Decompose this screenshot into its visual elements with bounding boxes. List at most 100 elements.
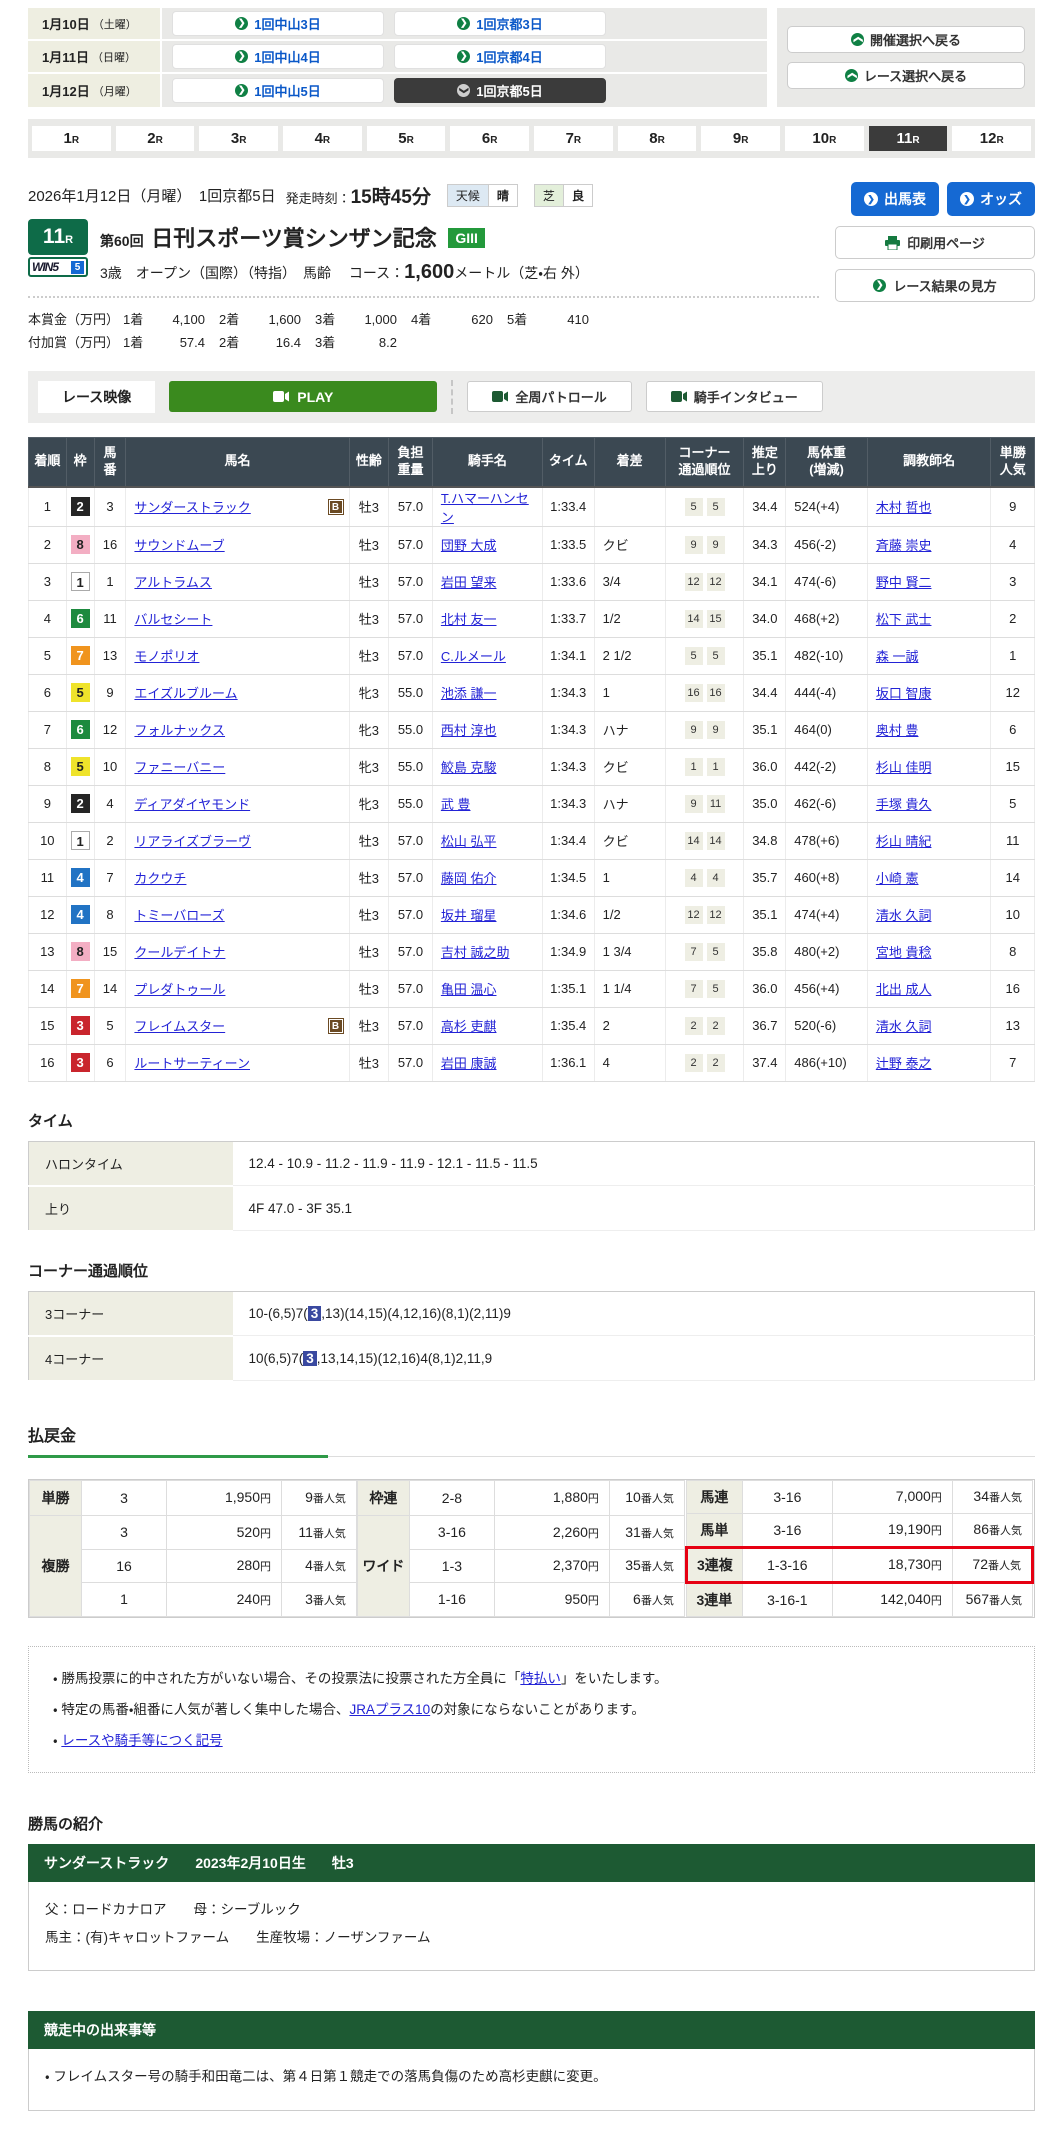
horse-name-link[interactable]: バルセシート xyxy=(134,612,212,627)
race-tab-6r[interactable]: 6R xyxy=(450,126,529,151)
meeting-button[interactable]: ❯1回京都3日 xyxy=(394,11,606,36)
odds-button[interactable]: ❯ オッズ xyxy=(947,182,1035,216)
horse-name-link[interactable]: ルートサーティーン xyxy=(134,1056,250,1071)
trainer-link[interactable]: 坂口 智康 xyxy=(876,686,932,701)
trainer-link[interactable]: 杉山 佳明 xyxy=(876,760,932,775)
meeting-button[interactable]: ❯1回中山5日 xyxy=(172,78,384,103)
back-to-race-select-button[interactable]: ❯ レース選択へ戻る xyxy=(787,62,1025,89)
popularity-suffix: 番人気 xyxy=(989,1525,1022,1537)
trainer-link[interactable]: 清水 久詞 xyxy=(876,1019,932,1034)
trainer-link[interactable]: 松下 武士 xyxy=(876,612,932,627)
jockey-link[interactable]: 西村 淳也 xyxy=(441,723,497,738)
jockey-interview-button[interactable]: 騎手インタビュー xyxy=(646,381,823,412)
trainer-link[interactable]: 奥村 豊 xyxy=(876,723,919,738)
note-link[interactable]: レースや騎手等につく記号 xyxy=(61,1733,222,1748)
trainer-link[interactable]: 手塚 貴久 xyxy=(876,797,932,812)
jockey-link[interactable]: 松山 弘平 xyxy=(441,834,497,849)
jockey-link[interactable]: 鮫島 克駿 xyxy=(441,760,497,775)
horse-name-link[interactable]: サウンドムーブ xyxy=(134,538,224,553)
race-tab-9r[interactable]: 9R xyxy=(701,126,780,151)
trainer-link[interactable]: 北出 成人 xyxy=(876,982,932,997)
horse-name-link[interactable]: サンダーストラック xyxy=(134,500,250,515)
race-tab-10r[interactable]: 10R xyxy=(785,126,864,151)
chevron-right-icon: ❯ xyxy=(457,50,470,63)
win-popularity: 15 xyxy=(991,748,1035,785)
win-popularity: 7 xyxy=(991,1044,1035,1081)
race-tab-11r[interactable]: 11R xyxy=(869,126,948,151)
jockey-link[interactable]: 団野 大成 xyxy=(441,538,497,553)
time-row: ハロンタイム12.4 - 10.9 - 11.2 - 11.9 - 11.9 -… xyxy=(29,1141,1035,1186)
carried-weight: 57.0 xyxy=(389,859,433,896)
margin: 2 1/2 xyxy=(594,637,665,674)
horse-name-link[interactable]: リアライズブラーヴ xyxy=(134,834,251,849)
patrol-video-label: 全周パトロール xyxy=(515,387,606,406)
video-camera-icon xyxy=(273,391,289,402)
trainer-link[interactable]: 杉山 晴紀 xyxy=(876,834,932,849)
horse-name-link[interactable]: フレイムスター xyxy=(134,1019,225,1034)
finish-position: 9 xyxy=(29,785,67,822)
trainer-link[interactable]: 清水 久詞 xyxy=(876,908,932,923)
horse-name-link[interactable]: フォルナックス xyxy=(134,723,225,738)
trainer-link[interactable]: 小崎 憲 xyxy=(876,871,919,886)
horse-name-link[interactable]: エイズルブルーム xyxy=(134,686,237,701)
tab-r-suffix: R xyxy=(72,135,79,146)
last-3f: 36.0 xyxy=(744,970,786,1007)
trainer-link[interactable]: 斉藤 崇史 xyxy=(876,538,932,553)
horse-name-link[interactable]: トミーバローズ xyxy=(134,908,224,923)
note-link[interactable]: 特払い xyxy=(520,1671,561,1686)
trainer-link[interactable]: 野中 賢二 xyxy=(876,575,932,590)
frame-cell: 3 xyxy=(66,1044,94,1081)
frame-cell: 1 xyxy=(66,822,94,859)
jockey-link[interactable]: 亀田 温心 xyxy=(441,982,497,997)
race-tab-8r[interactable]: 8R xyxy=(618,126,697,151)
horse-name-link[interactable]: アルトラムス xyxy=(134,575,211,590)
winner-number-highlight: 3 xyxy=(303,1351,317,1366)
jockey-link[interactable]: T.ハマーハンセン xyxy=(441,491,529,525)
trainer-link[interactable]: 宮地 貴稔 xyxy=(876,945,932,960)
popularity-suffix: 番人気 xyxy=(313,1595,346,1607)
race-tab-1r[interactable]: 1R xyxy=(32,126,111,151)
jockey-cell: 鮫島 克駿 xyxy=(432,748,542,785)
jockey-link[interactable]: C.ルメール xyxy=(441,649,506,664)
meeting-button[interactable]: ❯1回中山4日 xyxy=(172,44,384,69)
horse-name-link[interactable]: ファニーバニー xyxy=(134,760,225,775)
race-tab-5r[interactable]: 5R xyxy=(367,126,446,151)
jockey-link[interactable]: 坂井 瑠星 xyxy=(441,908,497,923)
jockey-link[interactable]: 武 豊 xyxy=(441,797,471,812)
winner-name: サンダーストラック xyxy=(44,1853,169,1873)
race-tab-7r[interactable]: 7R xyxy=(534,126,613,151)
jockey-link[interactable]: 岩田 康誠 xyxy=(441,1056,497,1071)
horse-name-link[interactable]: プレダトゥール xyxy=(134,982,225,997)
corner-position: 1 xyxy=(707,758,725,776)
trainer-link[interactable]: 辻野 泰之 xyxy=(876,1056,932,1071)
results-guide-button[interactable]: ❯ レース結果の見方 xyxy=(835,269,1035,302)
payout-amount: 2,260円 xyxy=(494,1516,609,1549)
trainer-link[interactable]: 木村 哲也 xyxy=(876,500,932,515)
jockey-link[interactable]: 岩田 望来 xyxy=(441,575,497,590)
play-button[interactable]: PLAY xyxy=(169,381,437,412)
race-tab-4r[interactable]: 4R xyxy=(283,126,362,151)
horse-name-link[interactable]: モノポリオ xyxy=(134,649,199,664)
meeting-button[interactable]: ❯1回中山3日 xyxy=(172,11,384,36)
jockey-link[interactable]: 吉村 誠之助 xyxy=(441,945,510,960)
jockey-link[interactable]: 高杉 吏麒 xyxy=(441,1019,497,1034)
note-link[interactable]: JRAプラス10 xyxy=(349,1702,430,1717)
jockey-link[interactable]: 池添 謙一 xyxy=(441,686,497,701)
back-to-kaisai-button[interactable]: ❯ 開催選択へ戻る xyxy=(787,26,1025,53)
race-tab-12r[interactable]: 12R xyxy=(952,126,1031,151)
meeting-button[interactable]: ❯1回京都4日 xyxy=(394,44,606,69)
meeting-button[interactable]: ❯1回京都5日 xyxy=(394,78,606,103)
jockey-link[interactable]: 藤岡 佑介 xyxy=(441,871,497,886)
horse-name-link[interactable]: クールデイトナ xyxy=(134,945,225,960)
trainer-link[interactable]: 森 一誠 xyxy=(876,649,919,664)
jockey-link[interactable]: 北村 友一 xyxy=(441,612,497,627)
race-tab-3r[interactable]: 3R xyxy=(199,126,278,151)
entries-button[interactable]: ❯ 出馬表 xyxy=(851,182,939,216)
patrol-video-button[interactable]: 全周パトロール xyxy=(467,381,631,412)
horse-number: 16 xyxy=(94,526,126,563)
horse-name-link[interactable]: ディアダイヤモンド xyxy=(134,797,250,812)
print-page-button[interactable]: 印刷用ページ xyxy=(835,226,1035,259)
horse-name-link[interactable]: カクウチ xyxy=(134,871,186,886)
payout-popularity: 31番人気 xyxy=(609,1516,684,1549)
race-tab-2r[interactable]: 2R xyxy=(116,126,195,151)
